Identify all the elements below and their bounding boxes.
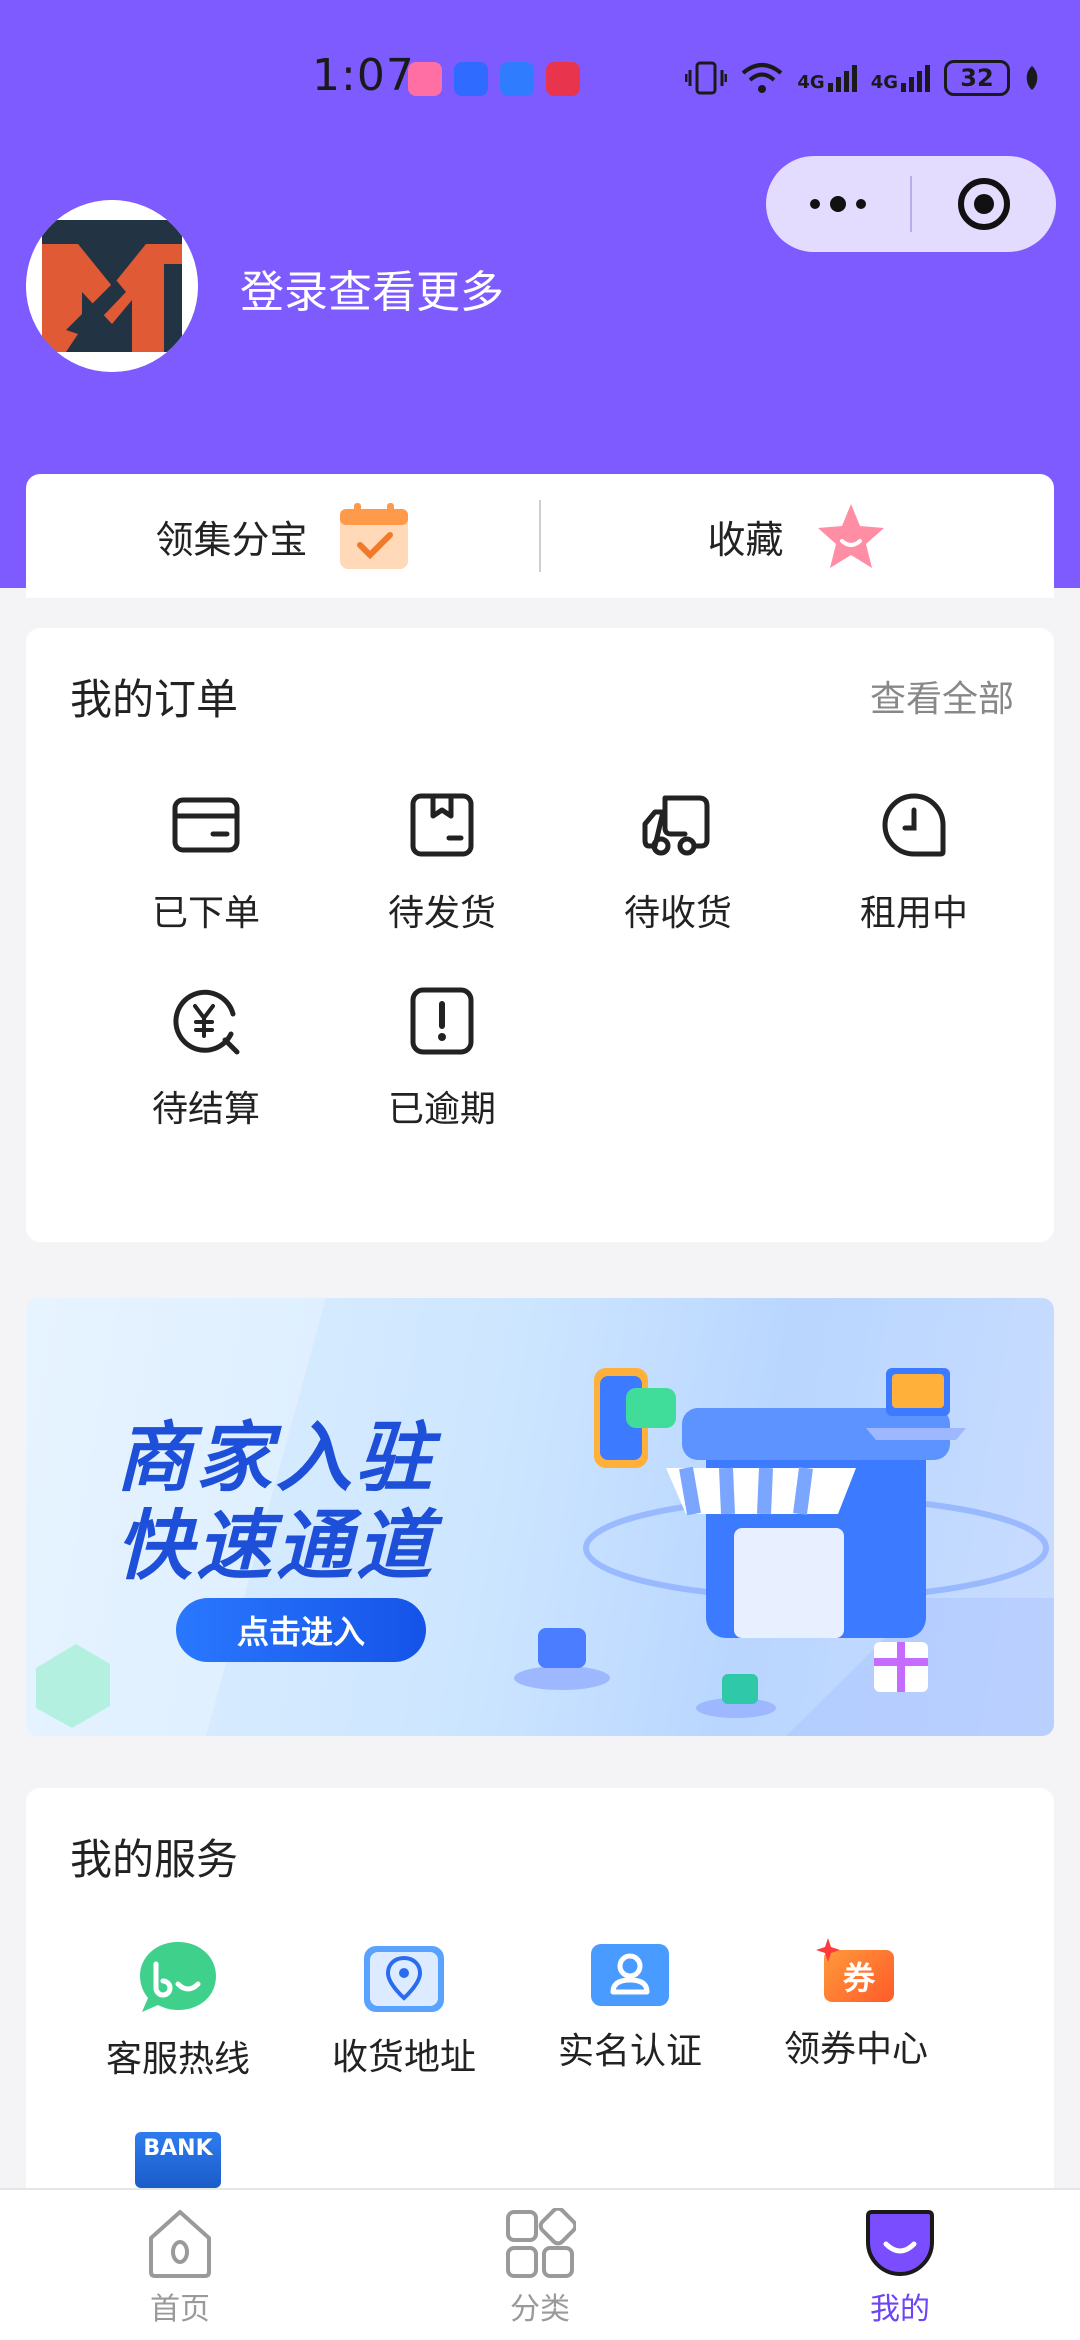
more-menu-button[interactable] (766, 156, 910, 252)
tab-category[interactable]: 分类 (360, 2190, 720, 2340)
login-prompt[interactable]: 登录查看更多 (240, 256, 504, 320)
service-bank-card[interactable]: BANK (68, 2132, 288, 2188)
vibrate-icon (685, 61, 728, 95)
location-icon (364, 1946, 444, 2012)
calendar-check-icon (339, 503, 408, 569)
yen-search-icon (173, 989, 240, 1055)
card-icon (172, 797, 240, 853)
service-coupon-center[interactable]: 券 领券中心 (746, 1938, 966, 2072)
target-icon (958, 178, 1010, 230)
banner-enter-button[interactable]: 点击进入 (176, 1598, 426, 1662)
signal-icon: 4G (797, 63, 857, 93)
bottom-tab-bar: 首页 分类 我的 (0, 2188, 1080, 2340)
order-status-renting[interactable]: 租用中 (794, 788, 1034, 948)
notification-app-icon (500, 62, 534, 96)
order-status-to-settle[interactable]: 待结算 (86, 984, 326, 1144)
signal-icon: 4G (871, 63, 930, 93)
clock-icon (882, 793, 946, 857)
notification-app-icon (454, 62, 488, 96)
services-title: 我的服务 (70, 1835, 239, 1884)
box-icon (410, 793, 474, 857)
order-status-to-ship[interactable]: 待发货 (322, 788, 562, 948)
wifi-icon (742, 63, 783, 93)
home-icon (149, 2210, 211, 2278)
battery-indicator: 32 (944, 60, 1010, 96)
orders-title: 我的订单 (70, 675, 239, 724)
tab-home[interactable]: 首页 (0, 2190, 360, 2340)
tab-mine[interactable]: 我的 (720, 2190, 1080, 2340)
chat-icon (140, 1942, 216, 2012)
notification-app-icon (546, 62, 580, 96)
quick-links-card: 领集分宝 收藏 (26, 474, 1054, 598)
banner-headline-2: 快速通道 (116, 1501, 436, 1590)
status-indicators: 4G 4G 32 (685, 60, 1040, 96)
status-bar: 1:07 4G 4G 32 (0, 0, 1080, 160)
status-time: 1:07 (312, 50, 415, 101)
notification-app-icon (408, 62, 442, 96)
favorites-label: 收藏 (707, 517, 784, 562)
mini-program-capsule (766, 156, 1056, 252)
avatar[interactable] (26, 200, 198, 372)
leaf-icon (1026, 66, 1038, 90)
points-link[interactable]: 领集分宝 (26, 474, 539, 598)
alert-icon (410, 987, 474, 1055)
order-status-overdue[interactable]: 已逾期 (322, 984, 562, 1144)
order-status-to-receive[interactable]: 待收货 (558, 788, 798, 948)
merchant-onboarding-banner[interactable]: 商家入驻 快速通道 点击进入 (26, 1298, 1054, 1736)
order-status-placed[interactable]: 已下单 (86, 788, 326, 948)
brand-logo-icon (26, 200, 198, 372)
close-mini-program-button[interactable] (912, 156, 1056, 252)
id-card-icon (591, 1944, 669, 2006)
coupon-icon: 券 (816, 1938, 896, 2006)
points-label: 领集分宝 (155, 517, 308, 562)
truck-icon (642, 795, 710, 856)
smile-icon (866, 2210, 934, 2276)
view-all-orders-link[interactable]: 查看全部 (870, 670, 1014, 722)
more-dots-icon (810, 199, 820, 209)
category-icon (506, 2208, 576, 2278)
service-customer-hotline[interactable]: 客服热线 (68, 1940, 288, 2082)
star-icon (817, 504, 884, 568)
bank-card-icon: BANK (135, 2132, 221, 2188)
service-shipping-address[interactable]: 收货地址 (294, 1944, 514, 2080)
orders-card: 我的订单 查看全部 已下单 待发货 待收货 租用中 待结算 已逾期 (26, 628, 1054, 1242)
service-real-name-verification[interactable]: 实名认证 (520, 1940, 740, 2074)
favorites-link[interactable]: 收藏 (541, 474, 1054, 598)
